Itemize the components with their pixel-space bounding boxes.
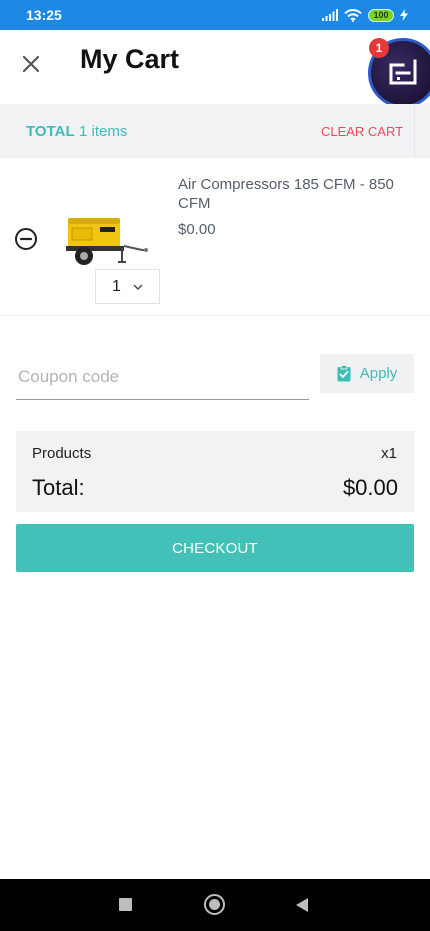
cart-item: 1 Air Compressors 185 CFM - 850 CFM $0.0…	[0, 158, 430, 316]
status-icons: 100	[322, 8, 408, 22]
brand-logo-icon	[389, 59, 417, 85]
quantity-value: 1	[112, 277, 121, 295]
signal-icon	[322, 9, 338, 21]
status-time: 13:25	[26, 7, 62, 23]
quantity-select[interactable]: 1	[95, 269, 160, 304]
products-quantity: x1	[381, 445, 397, 462]
battery-icon: 100	[368, 8, 394, 22]
system-nav-bar	[0, 879, 430, 931]
recent-apps-button[interactable]	[119, 898, 132, 911]
back-button[interactable]	[296, 898, 308, 912]
close-icon	[23, 56, 39, 72]
home-button[interactable]	[204, 894, 225, 915]
clipboard-check-icon	[337, 365, 351, 382]
air-compressor-image	[66, 218, 148, 265]
app-header: My Cart 1	[0, 30, 430, 108]
clear-cart-button[interactable]: CLEAR CART	[310, 104, 414, 158]
remove-item-button[interactable]	[14, 227, 38, 251]
apply-label: Apply	[359, 365, 398, 382]
chevron-down-icon	[133, 284, 143, 290]
order-summary: Products x1 Total: $0.00	[16, 431, 414, 512]
apply-coupon-button[interactable]: Apply	[320, 354, 414, 393]
profile-avatar-button[interactable]: 1	[368, 38, 430, 108]
total-label: TOTAL	[26, 122, 75, 140]
total-label: Total:	[32, 475, 85, 500]
page-title: My Cart	[80, 44, 180, 74]
charging-icon	[400, 9, 408, 21]
status-bar: 13:25 100	[0, 0, 430, 30]
close-button[interactable]	[16, 49, 46, 79]
product-name[interactable]: Air Compressors 185 CFM - 850 CFM	[178, 175, 408, 213]
coupon-code-input[interactable]	[16, 354, 309, 400]
notification-badge: 1	[369, 38, 389, 58]
items-count: 1 items	[79, 122, 128, 140]
product-price: $0.00	[178, 221, 216, 238]
products-label: Products	[32, 445, 92, 462]
checkout-button[interactable]: CHECKOUT	[16, 524, 414, 572]
minus-circle-icon	[15, 228, 37, 250]
cart-total-bar: TOTAL 1 items CLEAR CART	[0, 104, 430, 158]
total-value: $0.00	[342, 475, 398, 500]
divider	[414, 104, 430, 158]
wifi-icon	[344, 8, 362, 22]
